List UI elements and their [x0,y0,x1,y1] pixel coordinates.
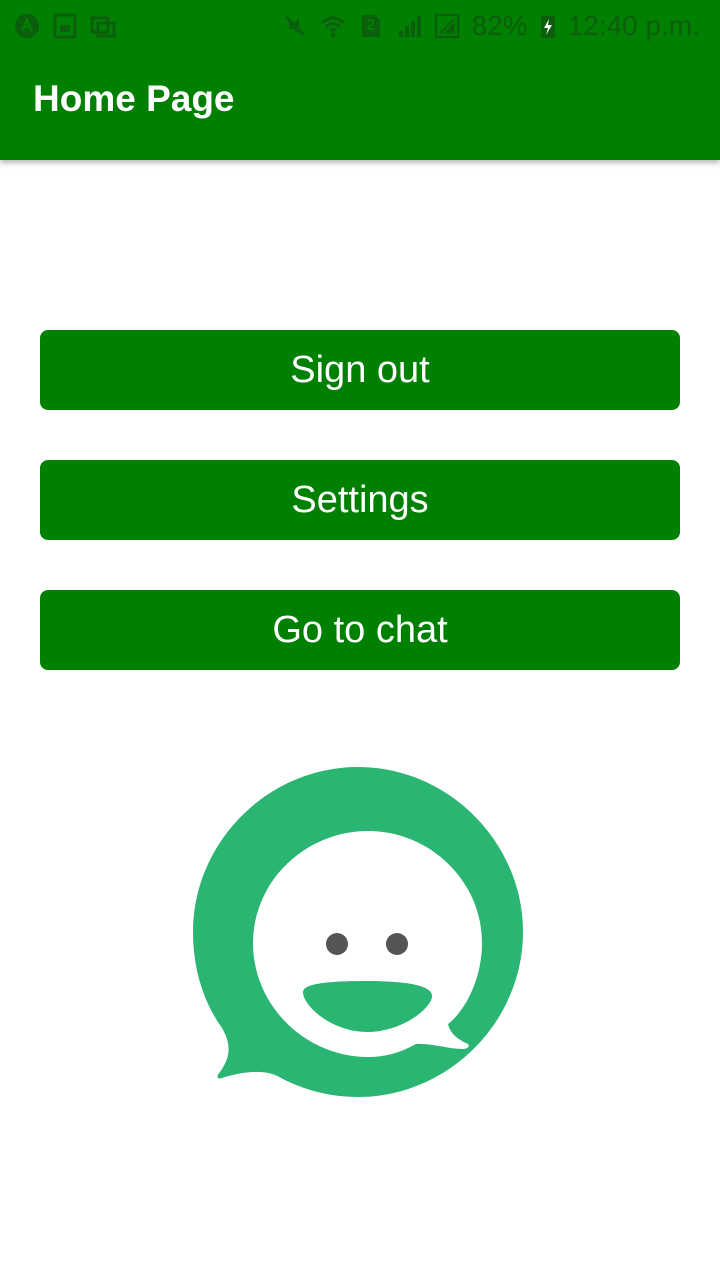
battery-charging-icon [540,13,556,39]
status-bar-left [14,13,116,39]
status-bar: 2 82% 12:40 p.m. [0,0,720,52]
status-bar-right: 2 82% 12:40 p.m. [282,10,700,42]
android-icon [14,13,40,39]
sim-slot-label: 2 [366,17,376,34]
status-time: 12:40 p.m. [567,10,700,41]
image-icon [52,13,78,39]
gallery-icon [90,13,116,39]
signal-icon [396,13,422,39]
settings-button[interactable]: Settings [40,460,680,540]
sim-icon: 2 [358,13,384,39]
page-title: Home Page [33,78,235,119]
battery-percent: 82% [471,10,528,41]
go-to-chat-button[interactable]: Go to chat [40,590,680,670]
mute-icon [282,13,308,39]
no-signal-icon [434,13,460,39]
app-bar: Home Page [0,52,720,160]
chat-smiley-logo-icon [180,760,540,1120]
sign-out-button[interactable]: Sign out [40,330,680,410]
wifi-icon [320,13,346,39]
